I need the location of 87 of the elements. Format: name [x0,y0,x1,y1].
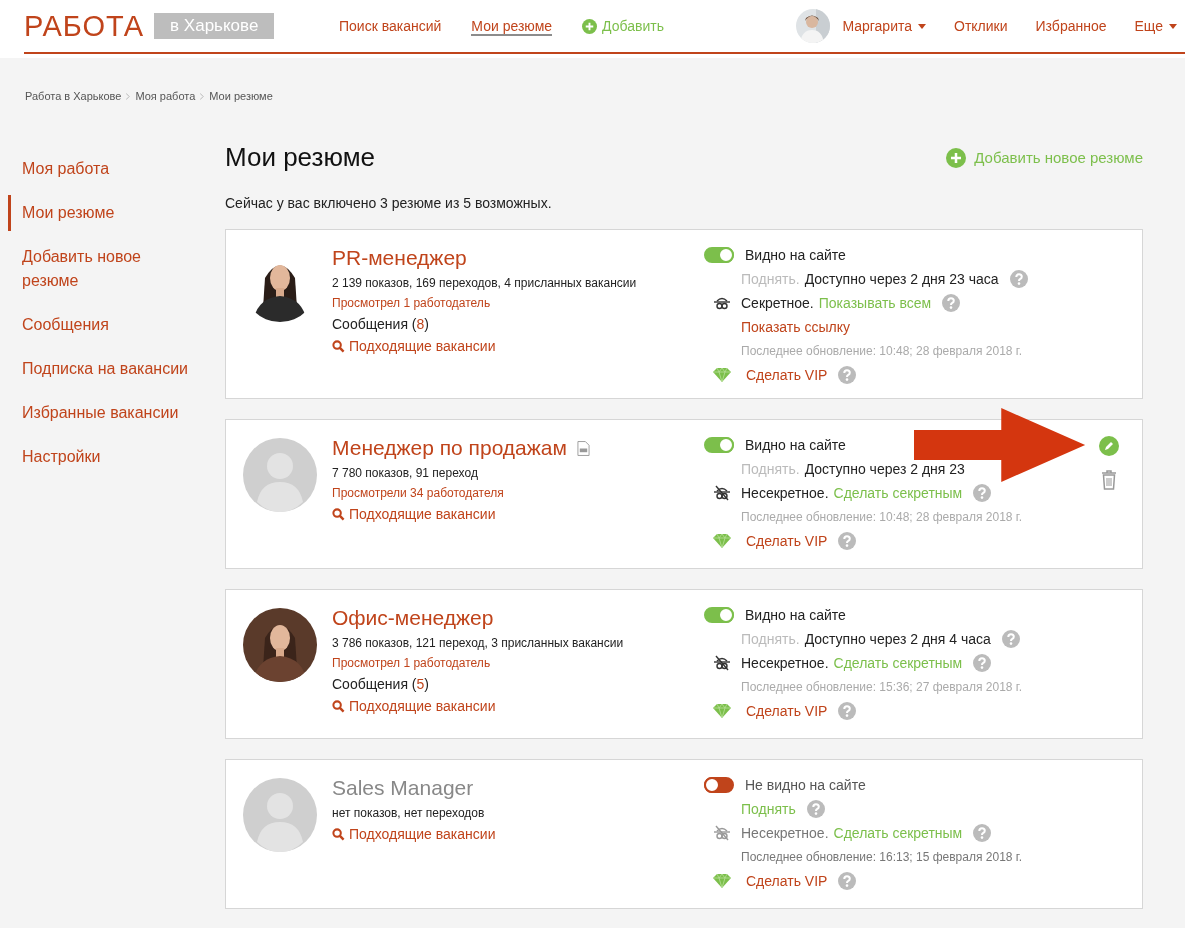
matching-vacancies-link[interactable]: Подходящие вакансии [332,506,590,522]
help-icon[interactable] [838,366,857,384]
viewed-link[interactable]: Просмотрел 1 работодатель [332,656,624,670]
visibility-label: Видно на сайте [745,607,846,623]
diamond-icon [713,368,731,382]
search-icon [332,699,345,713]
resume-title[interactable]: Sales Manager [332,776,474,800]
breadcrumb-link[interactable]: Работа в Харькове [25,90,122,102]
nav-link[interactable]: Отклики [954,18,1008,34]
nav-link[interactable]: Избранное [1035,18,1107,34]
visibility-label: Видно на сайте [745,437,846,453]
sidebar-item[interactable]: Настройки [8,439,222,475]
summary-text: Сейчас у вас включено 3 резюме из 5 возможных. [225,195,553,211]
availability-text: Доступно через 2 дня 23 часа [804,271,999,287]
secrecy-status: Несекретное. [741,655,829,671]
updated-text: Последнее обновление: 10:48; 28 февраля 2018 г. [741,510,1023,524]
stats-text: 7 780 показов, 91 переход [332,466,479,480]
diamond-icon [713,704,731,718]
trash-icon[interactable] [1101,470,1117,490]
visibility-label: Видно на сайте [745,247,846,263]
site-logo[interactable]: РАБОТА [24,9,145,43]
availability-text: Доступно через 2 дня 23 [804,461,965,477]
visibility-toggle[interactable] [704,437,734,453]
viewed-link[interactable]: Просмотрел 1 работодатель [332,296,637,310]
secrecy-status: Несекретное. [741,825,829,841]
updated-text: Последнее обновление: 10:48; 28 февраля 2018 г. [741,344,1023,358]
messages-link[interactable]: Сообщения (5) [332,676,624,692]
resume-title[interactable]: Менеджер по продажам [332,436,567,460]
messages-link[interactable]: Сообщения (8) [332,316,637,332]
search-icon [332,339,345,353]
sidebar-item[interactable]: Мои резюме [8,195,222,231]
sidebar-item[interactable]: Сообщения [8,307,222,343]
visibility-toggle[interactable] [704,777,734,793]
help-icon[interactable] [1009,270,1028,288]
help-icon[interactable] [806,800,825,818]
sidebar-item[interactable]: Добавить новое резюме [8,239,182,299]
help-icon[interactable] [973,824,992,842]
resume-title[interactable]: Офис-менеджер [332,606,494,630]
page-title: Мои резюме [225,142,375,173]
diamond-icon [713,874,731,888]
secrecy-status: Секретное. [741,295,814,311]
vip-link[interactable]: Сделать VIP [746,367,828,383]
sidebar-item[interactable]: Моя работа [8,151,222,187]
show-link[interactable]: Показать ссылку [741,319,850,335]
help-icon[interactable] [838,702,857,720]
matching-vacancies-link[interactable]: Подходящие вакансии [332,338,637,354]
stats-text: нет показов, нет переходов [332,806,486,820]
help-icon[interactable] [838,872,857,890]
help-icon[interactable] [838,532,857,550]
help-icon[interactable] [973,654,992,672]
vip-link[interactable]: Сделать VIP [746,873,828,889]
nav-link[interactable]: Поиск вакансий [339,18,442,34]
plus-icon [946,147,967,168]
secrecy-status: Несекретное. [741,485,829,501]
plus-icon [582,18,598,34]
breadcrumb-link[interactable]: Мои резюме [209,90,273,102]
resume-title[interactable]: PR-менеджер [332,246,467,270]
sidebar-item[interactable]: Избранные вакансии [8,395,222,431]
sidebar-item[interactable]: Подписка на вакансии [8,351,222,387]
search-icon [332,507,345,521]
caret-icon [918,23,926,29]
visibility-toggle[interactable] [704,247,734,263]
visibility-toggle[interactable] [704,607,734,623]
updated-text: Последнее обновление: 16:13; 15 февраля 2018 г. [741,850,1023,864]
user-menu[interactable]: Маргарита [842,18,926,34]
stats-text: 2 139 показов, 169 переходов, 4 присланных вакансии [332,276,637,290]
city-label: в Харькове [154,13,275,39]
stats-text: 3 786 показов, 121 переход, 3 присланных вакансии [332,636,624,650]
diamond-icon [713,534,731,548]
breadcrumb-link[interactable]: Моя работа [135,90,196,102]
help-icon[interactable] [942,294,961,312]
matching-vacancies-link[interactable]: Подходящие вакансии [332,698,624,714]
updated-text: Последнее обновление: 15:36; 27 февраля 2018 г. [741,680,1023,694]
availability-text: Доступно через 2 дня 4 часа [804,631,991,647]
caret-icon [1169,23,1177,29]
visibility-label: Не видно на сайте [745,777,866,793]
search-icon [332,827,345,841]
matching-vacancies-link[interactable]: Подходящие вакансии [332,826,496,842]
chevron-icon [200,92,205,100]
more-menu[interactable]: Еще [1134,18,1177,34]
vip-link[interactable]: Сделать VIP [746,703,828,719]
edit-icon[interactable] [1099,436,1119,456]
help-icon[interactable] [1001,630,1020,648]
chevron-icon [126,92,131,100]
help-icon[interactable] [973,484,992,502]
viewed-link[interactable]: Просмотрели 34 работодателя [332,486,590,500]
vip-link[interactable]: Сделать VIP [746,533,828,549]
